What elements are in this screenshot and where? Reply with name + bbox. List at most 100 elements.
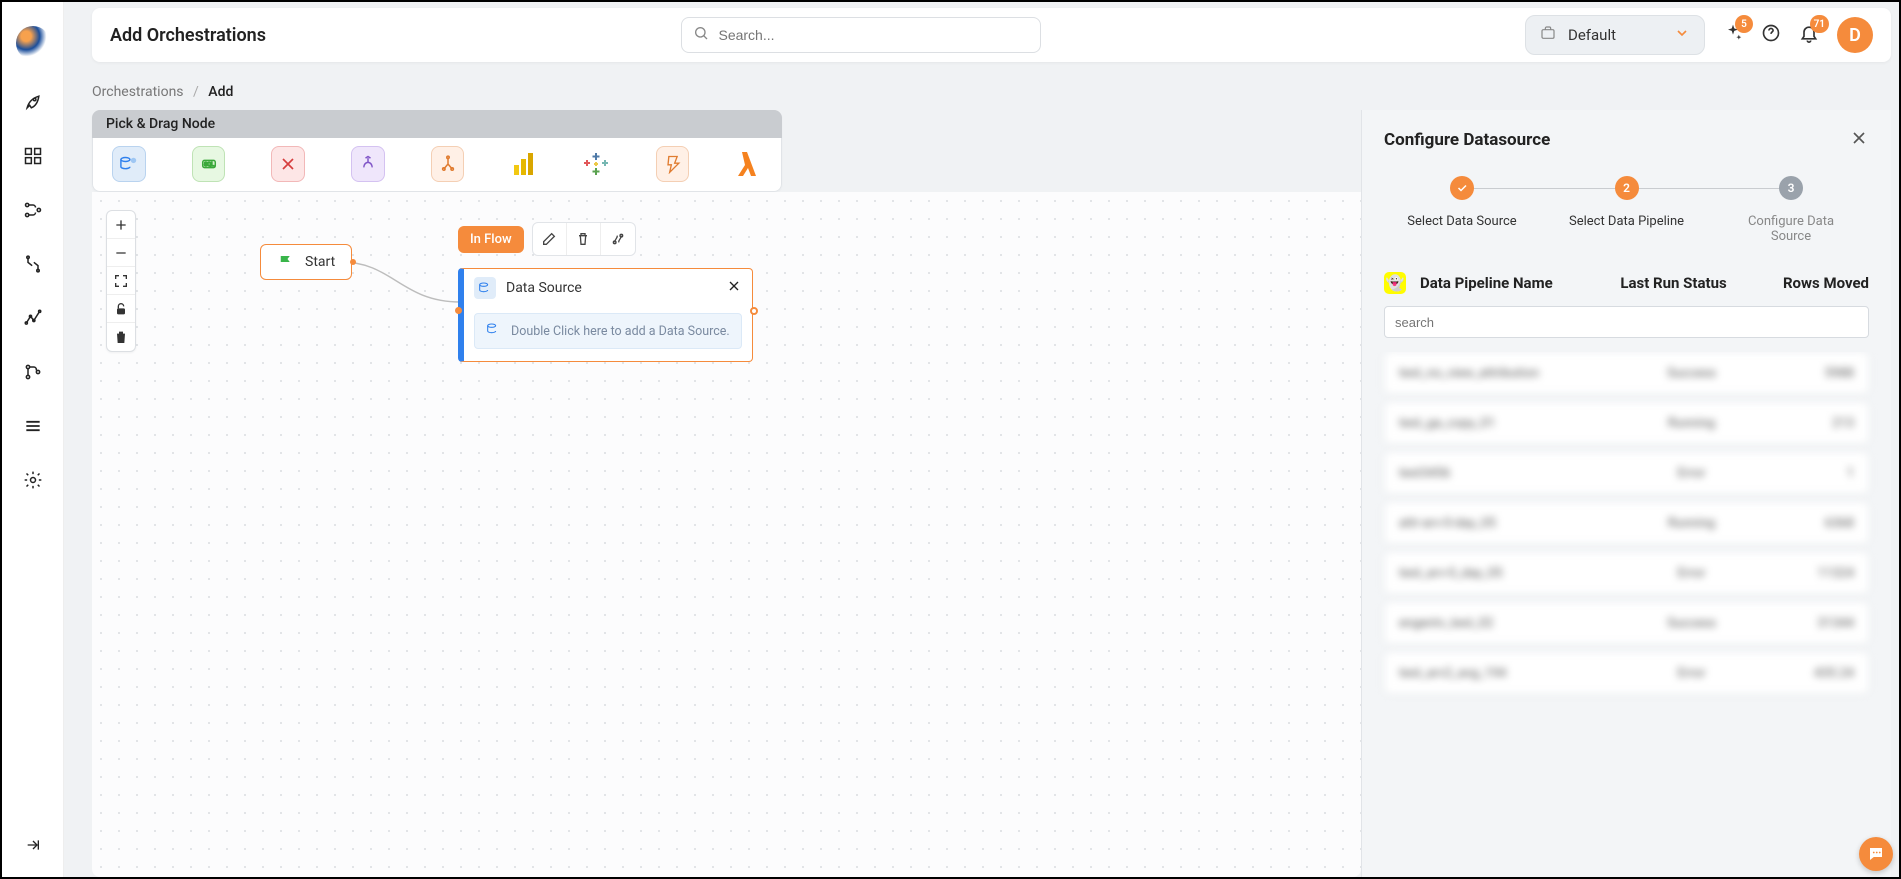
chat-bubble-button[interactable]	[1859, 837, 1893, 871]
workspace: Pick & Drag Node SQL	[92, 110, 1891, 877]
top-bar: Add Orchestrations Default	[92, 8, 1891, 62]
app-root: Add Orchestrations Default	[0, 0, 1901, 879]
step-3[interactable]: 3 Configure Data Source	[1731, 176, 1851, 244]
topbar-right: Default 5 71 D	[1525, 15, 1873, 55]
palette-scheduler-node[interactable]	[656, 146, 690, 182]
panel-close-icon[interactable]	[1849, 128, 1869, 152]
flow-canvas[interactable]: Start In Flow	[92, 192, 1361, 877]
sparkle-badge: 5	[1735, 15, 1753, 33]
step-2[interactable]: 2 Select Data Pipeline	[1567, 176, 1687, 229]
node-actions	[532, 222, 636, 256]
palette-header: Pick & Drag Node	[92, 110, 782, 138]
palette-datasource-node[interactable]	[112, 146, 146, 182]
nav-analytics-icon[interactable]	[21, 306, 45, 330]
palette-transform-node[interactable]	[271, 146, 305, 182]
pipeline-list: test_no_view_attributionSuccess5988 test_…	[1362, 352, 1891, 702]
help-button[interactable]	[1761, 23, 1781, 47]
panel-title: Configure Datasource	[1384, 130, 1550, 150]
start-node-label: Start	[305, 254, 335, 270]
ds-node-title: Data Source	[506, 280, 582, 296]
main-column: Add Orchestrations Default	[64, 2, 1899, 877]
palette-ml-node[interactable]	[351, 146, 385, 182]
in-flow-tag: In Flow	[458, 226, 524, 253]
breadcrumb-root[interactable]: Orchestrations	[92, 84, 184, 100]
database-icon	[485, 322, 501, 340]
zoom-out-button[interactable]	[107, 239, 135, 267]
workspace-label: Default	[1568, 26, 1662, 44]
pipeline-search-wrap	[1384, 306, 1869, 338]
edit-node-button[interactable]	[533, 223, 567, 255]
ds-drop-hint: Double Click here to add a Data Source.	[511, 324, 730, 339]
connect-node-button[interactable]	[601, 223, 635, 255]
workspace-selector[interactable]: Default	[1525, 15, 1705, 55]
fit-view-button[interactable]	[107, 267, 135, 295]
palette-row: SQL	[92, 138, 782, 192]
nav-git-icon[interactable]	[21, 360, 45, 384]
step-3-label: Configure Data Source	[1731, 214, 1851, 244]
palette-powerbi-node[interactable]	[510, 146, 537, 182]
palette-sql-node[interactable]: SQL	[192, 146, 226, 182]
nav-list-icon[interactable]	[21, 414, 45, 438]
pipeline-row[interactable]: test_ga_copy_01Running213	[1384, 402, 1869, 444]
ds-in-port[interactable]	[455, 307, 462, 314]
breadcrumb: Orchestrations / Add	[92, 84, 1891, 100]
database-icon	[474, 277, 496, 299]
palette-tableau-node[interactable]	[583, 146, 610, 182]
notifications-badge: 71	[1810, 15, 1829, 33]
nav-dashboard-icon[interactable]	[21, 144, 45, 168]
palette-lambda-node[interactable]	[735, 146, 762, 182]
left-nav-rail	[2, 2, 64, 877]
search-icon	[693, 25, 709, 45]
panel-header: Configure Datasource	[1362, 110, 1891, 162]
ds-out-port[interactable]	[750, 307, 758, 315]
zoom-in-button[interactable]	[107, 211, 135, 239]
snapchat-icon: 👻	[1384, 272, 1406, 294]
step-2-label: Select Data Pipeline	[1569, 214, 1684, 229]
step-2-dot: 2	[1615, 176, 1639, 200]
step-3-dot: 3	[1779, 176, 1803, 200]
delete-button[interactable]	[107, 323, 135, 351]
nav-collapse-icon[interactable]	[21, 833, 45, 857]
pipeline-row[interactable]: test_arv2_avg_194Error435.24	[1384, 652, 1869, 694]
pipeline-row[interactable]: test_arv-0_day_05Error11324	[1384, 552, 1869, 594]
search-input[interactable]	[681, 17, 1041, 53]
col-pipeline-name: Data Pipeline Name	[1420, 274, 1594, 292]
pipeline-row[interactable]: test3456Error1	[1384, 452, 1869, 494]
ds-node-header: Data Source	[464, 269, 752, 307]
step-1-dot	[1450, 176, 1474, 200]
datasource-node[interactable]: Data Source Double Click here to add a D…	[458, 268, 753, 362]
step-1[interactable]: Select Data Source	[1402, 176, 1522, 229]
breadcrumb-sep: /	[193, 84, 199, 100]
notifications-button[interactable]: 71	[1799, 23, 1819, 47]
pipeline-row[interactable]: engentv_test_02Success31344	[1384, 602, 1869, 644]
col-rows-moved: Rows Moved	[1753, 274, 1869, 292]
edge-start-to-ds	[342, 252, 472, 312]
start-out-port[interactable]	[350, 259, 356, 265]
start-node[interactable]: Start	[260, 244, 352, 280]
search-wrap	[681, 17, 1041, 53]
ds-drop-zone[interactable]: Double Click here to add a Data Source.	[474, 313, 742, 349]
col-last-run-status: Last Run Status	[1608, 274, 1739, 292]
palette-branch-node[interactable]	[431, 146, 465, 182]
pipeline-table-header: 👻 Data Pipeline Name Last Run Status Row…	[1362, 254, 1891, 306]
nav-pipeline-icon[interactable]	[21, 198, 45, 222]
nav-rocket-icon[interactable]	[21, 90, 45, 114]
lock-button[interactable]	[107, 295, 135, 323]
briefcase-icon	[1540, 25, 1556, 45]
chevron-down-icon	[1674, 25, 1690, 45]
node-palette: Pick & Drag Node SQL	[92, 110, 782, 192]
pipeline-row[interactable]: attr-arv-0-day_05Running6368	[1384, 502, 1869, 544]
nav-settings-icon[interactable]	[21, 468, 45, 492]
pipeline-search-input[interactable]	[1384, 306, 1869, 338]
flag-icon	[277, 253, 295, 271]
svg-text:SQL: SQL	[204, 162, 214, 168]
delete-node-button[interactable]	[567, 223, 601, 255]
nav-transform-icon[interactable]	[21, 252, 45, 276]
app-logo[interactable]	[16, 26, 50, 60]
stepper: Select Data Source 2 Select Data Pipelin…	[1362, 162, 1891, 254]
ai-sparkle-button[interactable]: 5	[1723, 23, 1743, 47]
breadcrumb-current: Add	[208, 84, 233, 100]
user-avatar[interactable]: D	[1837, 17, 1873, 53]
close-node-icon[interactable]	[726, 278, 742, 298]
pipeline-row[interactable]: test_no_view_attributionSuccess5988	[1384, 352, 1869, 394]
